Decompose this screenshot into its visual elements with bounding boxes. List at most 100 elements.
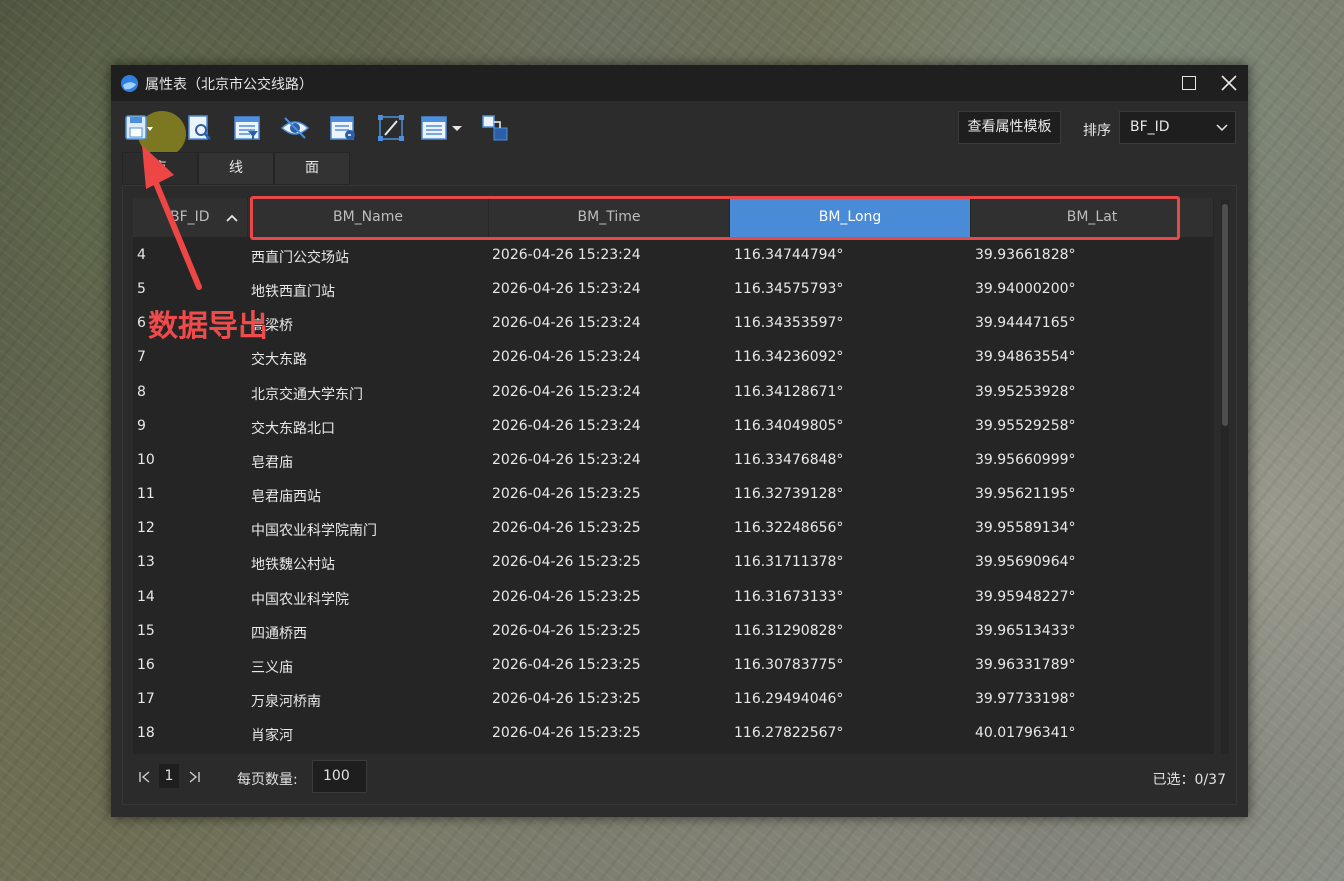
- cell-bm-long: 116.31711378°: [734, 554, 844, 571]
- cell-bm-lat: 39.95621195°: [975, 486, 1076, 503]
- chevron-down-icon: [1216, 124, 1228, 132]
- table-row[interactable]: 17 万泉河桥南 2026-04-26 15:23:25 116.29494046° 3…: [133, 682, 1214, 716]
- page-size-label: 每页数量:: [237, 772, 298, 788]
- title-bar: 属性表（北京市公交线路）: [111, 65, 1248, 101]
- list-dropdown-icon: [421, 116, 462, 140]
- edit-geometry-button[interactable]: [376, 113, 406, 143]
- annotation-label: 数据导出: [148, 309, 268, 344]
- table-row[interactable]: 10 皂君庙 2026-04-26 15:23:24 116.33476848° 39.…: [133, 443, 1214, 477]
- maximize-button[interactable]: [1182, 76, 1196, 90]
- cell-bf-id: 15: [137, 622, 155, 639]
- cell-bm-lat: 39.94447165°: [975, 315, 1076, 332]
- first-page-icon[interactable]: [138, 770, 152, 784]
- cell-bf-id: 14: [137, 588, 155, 605]
- cell-bm-long: 116.29494046°: [734, 690, 844, 707]
- field-settings-icon: [330, 116, 355, 140]
- cell-bm-lat: 40.01796341°: [975, 725, 1076, 742]
- cell-bf-id: 12: [137, 520, 155, 537]
- cell-bm-time: 2026-04-26 15:23:25: [492, 554, 641, 571]
- filter-table-icon: [234, 116, 260, 140]
- link-layers-icon: [482, 115, 508, 141]
- window-title: 属性表（北京市公交线路）: [145, 77, 313, 93]
- page-size-input[interactable]: 100: [312, 760, 367, 793]
- attribute-table-window: 属性表（北京市公交线路） 查看属性模板 排序 BF_ID 线 面 BF_ID B…: [111, 65, 1248, 817]
- cell-bf-id: 6: [137, 315, 146, 332]
- table-row[interactable]: 8 北京交通大学东门 2026-04-26 15:23:24 116.34128671…: [133, 375, 1214, 409]
- cell-bm-time: 2026-04-26 15:23:24: [492, 383, 641, 400]
- app-logo-icon: [120, 74, 139, 93]
- table-row[interactable]: 6 高梁桥 2026-04-26 15:23:24 116.34353597° 39.9…: [133, 306, 1214, 340]
- cell-bm-long: 116.32248656°: [734, 520, 844, 537]
- cell-bm-lat: 39.95690964°: [975, 554, 1076, 571]
- field-settings-button[interactable]: [328, 113, 358, 143]
- cell-bm-lat: 39.95948227°: [975, 588, 1076, 605]
- cell-bm-long: 116.30783775°: [734, 656, 844, 673]
- cell-bm-lat: 39.97733198°: [975, 690, 1076, 707]
- table-row[interactable]: 18 肖家河 2026-04-26 15:23:25 116.27822567° 40.…: [133, 716, 1214, 750]
- sort-label: 排序: [1083, 123, 1111, 139]
- cell-bm-long: 116.34128671°: [734, 383, 844, 400]
- scrollbar-thumb[interactable]: [1222, 204, 1228, 426]
- tab-polygon[interactable]: 面: [274, 152, 350, 185]
- edit-geometry-icon: [378, 115, 404, 141]
- cell-bf-id: 9: [137, 417, 146, 434]
- cell-bf-id: 18: [137, 725, 155, 742]
- table-row[interactable]: 12 中国农业科学院南门 2026-04-26 15:23:25 116.322486…: [133, 511, 1214, 545]
- cell-bm-name: 地铁西直门站: [251, 284, 335, 301]
- table-row[interactable]: 7 交大东路 2026-04-26 15:23:24 116.34236092° 39.…: [133, 340, 1214, 374]
- cell-bm-time: 2026-04-26 15:23:25: [492, 588, 641, 605]
- pagination-bar: 1 每页数量: 100 已选：0/37: [122, 759, 1237, 799]
- cell-bm-long: 116.34236092°: [734, 349, 844, 366]
- cell-bm-lat: 39.95660999°: [975, 451, 1076, 468]
- sort-select-value: BF_ID: [1130, 119, 1170, 135]
- cell-bm-name: 西直门公交场站: [251, 250, 349, 266]
- table-panel: BF_ID BM_Name BM_Time BM_Long BM_Lat 4 西直…: [122, 185, 1237, 805]
- link-layers-button[interactable]: [480, 113, 510, 143]
- cell-bm-name: 三义庙: [251, 659, 293, 676]
- cell-bm-lat: 39.95589134°: [975, 520, 1076, 537]
- cell-bm-name: 四通桥西: [251, 625, 307, 642]
- last-page-icon[interactable]: [187, 770, 201, 784]
- cell-bm-time: 2026-04-26 15:23:25: [492, 725, 641, 742]
- cell-bf-id: 17: [137, 690, 155, 707]
- table-row[interactable]: 14 中国农业科学院 2026-04-26 15:23:25 116.31673133…: [133, 580, 1214, 614]
- cell-bm-name: 北京交通大学东门: [251, 386, 363, 403]
- cell-bm-time: 2026-04-26 15:23:25: [492, 486, 641, 503]
- cell-bm-long: 116.34049805°: [734, 417, 844, 434]
- cell-bm-lat: 39.94000200°: [975, 281, 1076, 298]
- cell-bm-time: 2026-04-26 15:23:25: [492, 520, 641, 537]
- sort-ascending-icon: [226, 214, 238, 222]
- cell-bm-long: 116.34353597°: [734, 315, 844, 332]
- cell-bm-time: 2026-04-26 15:23:24: [492, 247, 641, 263]
- hide-button[interactable]: [280, 113, 310, 143]
- cell-bm-name: 肖家河: [251, 728, 293, 745]
- close-icon[interactable]: [1219, 73, 1239, 93]
- cell-bm-time: 2026-04-26 15:23:25: [492, 656, 641, 673]
- cell-bm-name: 中国农业科学院: [251, 591, 349, 608]
- cell-bf-id: 7: [137, 349, 146, 366]
- cell-bm-time: 2026-04-26 15:23:24: [492, 349, 641, 366]
- table-row[interactable]: 15 四通桥西 2026-04-26 15:23:25 116.31290828° 39…: [133, 614, 1214, 648]
- cell-bm-name: 皂君庙: [251, 454, 293, 471]
- table-row[interactable]: 5 地铁西直门站 2026-04-26 15:23:24 116.34575793° 3…: [133, 272, 1214, 306]
- cell-bf-id: 10: [137, 451, 155, 468]
- cell-bm-name: 地铁魏公村站: [251, 557, 335, 574]
- filter-table-button[interactable]: [232, 113, 262, 143]
- cell-bf-id: 11: [137, 486, 155, 503]
- selection-count: 已选：0/37: [1152, 772, 1226, 788]
- cell-bm-long: 116.31290828°: [734, 622, 844, 639]
- sort-select[interactable]: BF_ID: [1119, 111, 1236, 144]
- cell-bm-time: 2026-04-26 15:23:24: [492, 417, 641, 434]
- current-page[interactable]: 1: [159, 764, 179, 788]
- cell-bm-name: 交大东路: [251, 352, 307, 369]
- table-row[interactable]: 9 交大东路北口 2026-04-26 15:23:24 116.34049805° 3…: [133, 409, 1214, 443]
- table-row[interactable]: 11 皂君庙西站 2026-04-26 15:23:25 116.32739128° 3…: [133, 477, 1214, 511]
- table-row[interactable]: 16 三义庙 2026-04-26 15:23:25 116.30783775° 39.…: [133, 648, 1214, 682]
- table-row[interactable]: 13 地铁魏公村站 2026-04-26 15:23:25 116.31711378°…: [133, 545, 1214, 579]
- header-highlight-box: [250, 196, 1180, 240]
- cell-bm-time: 2026-04-26 15:23:24: [492, 281, 641, 298]
- table-row[interactable]: 4 西直门公交场站 2026-04-26 15:23:24 116.34744794°…: [133, 238, 1214, 272]
- list-dropdown-button[interactable]: [420, 113, 464, 143]
- view-attribute-template-button[interactable]: 查看属性模板: [958, 111, 1061, 144]
- cell-bm-lat: 39.96331789°: [975, 656, 1076, 673]
